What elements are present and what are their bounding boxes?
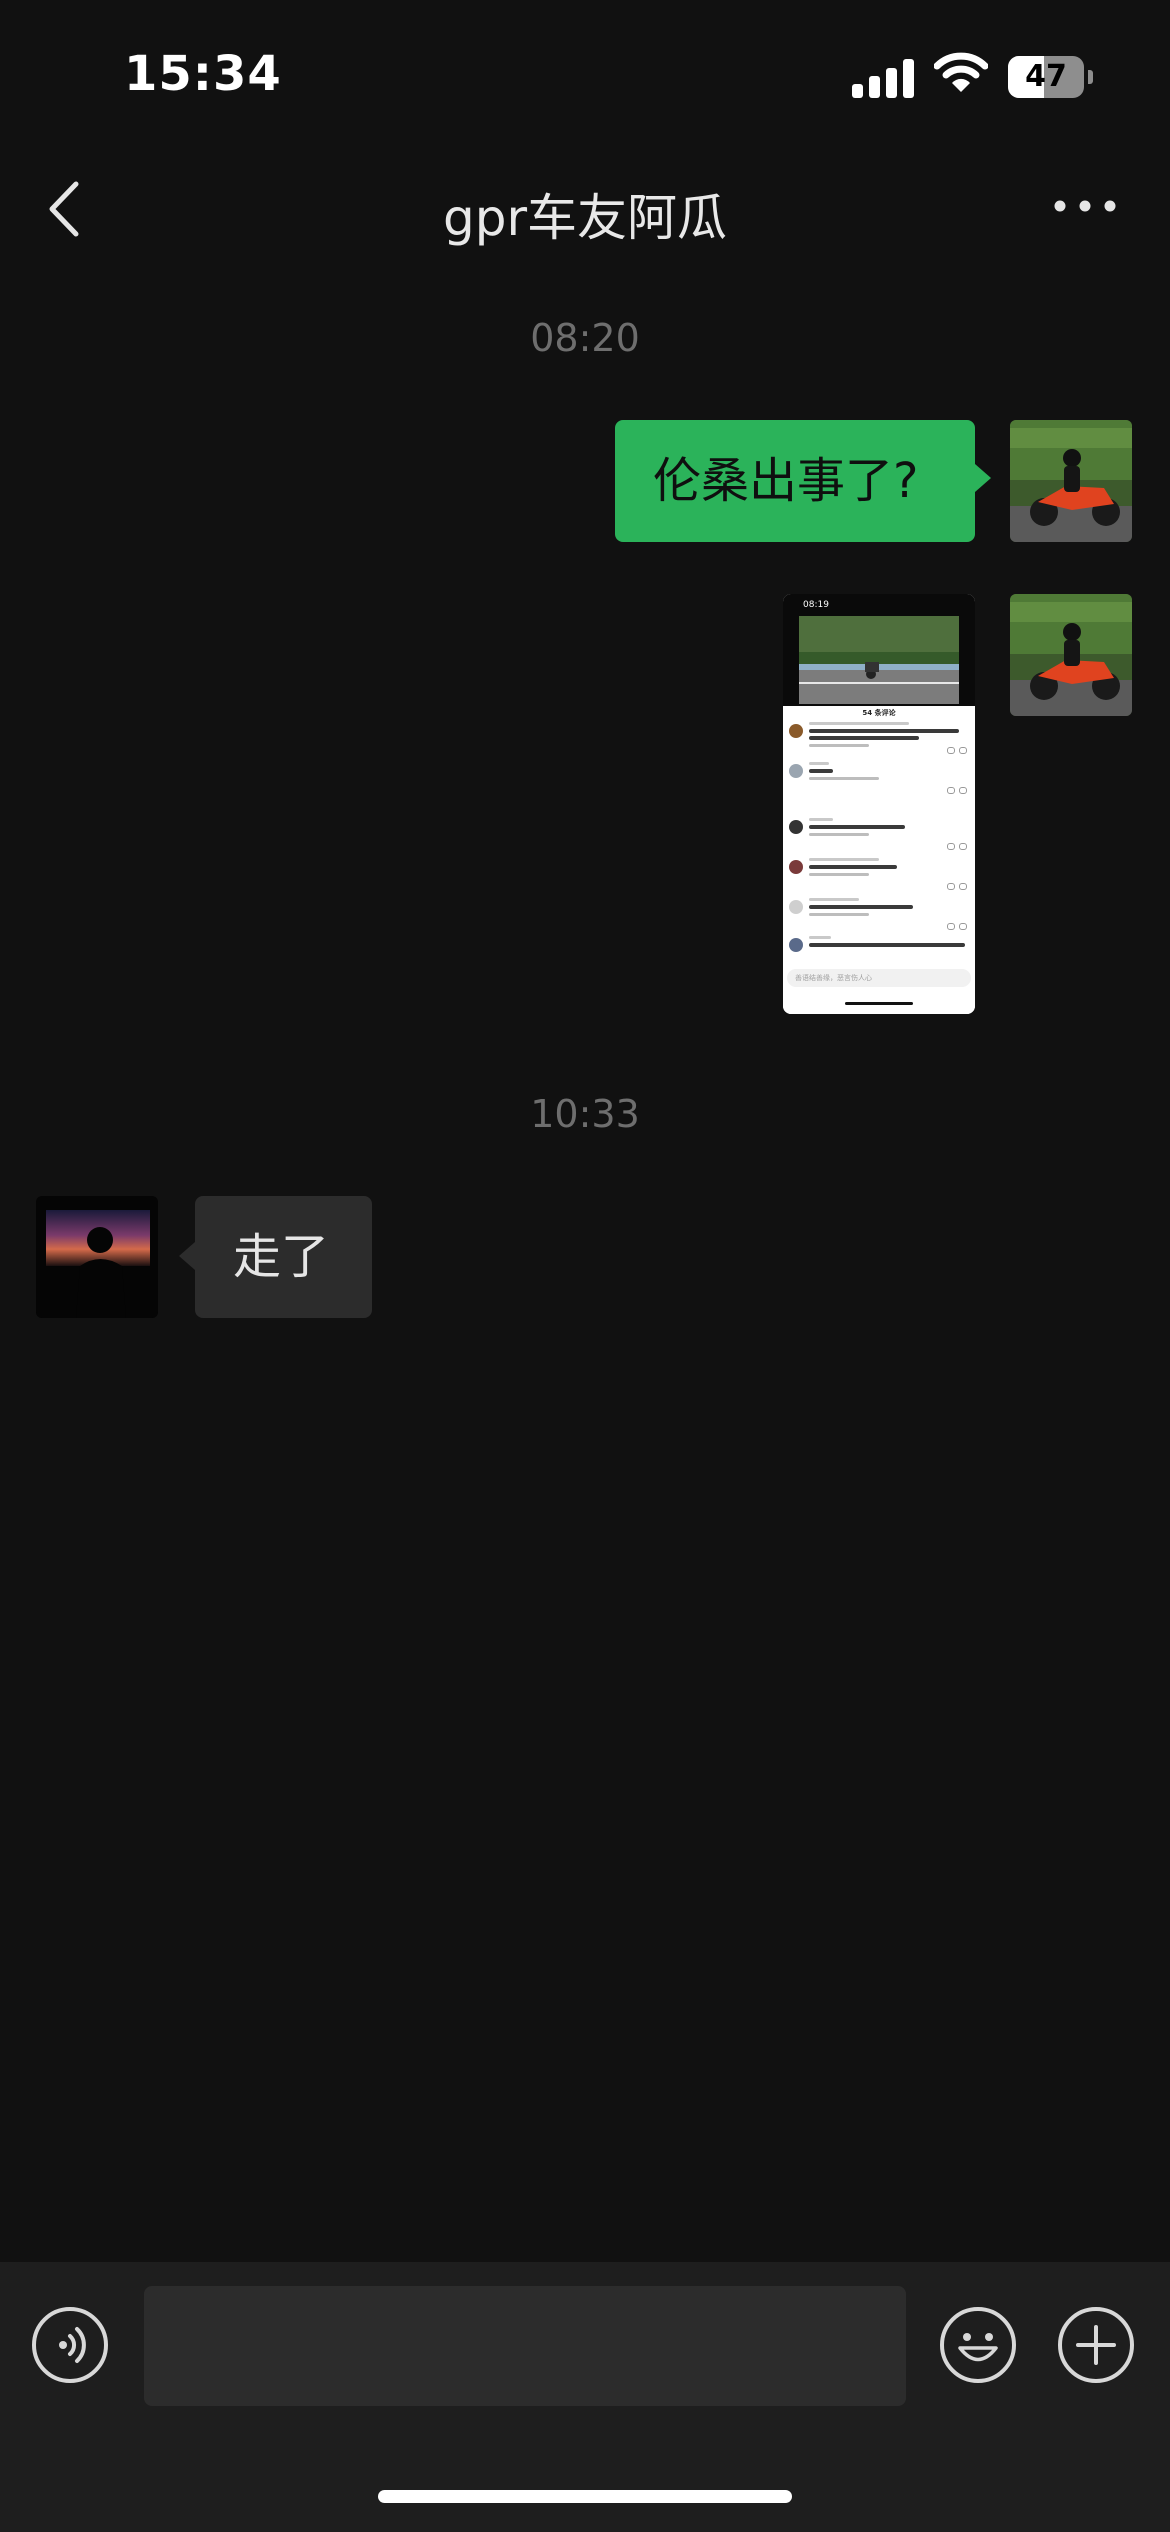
emoji-button[interactable] [940, 2307, 1016, 2383]
incoming-message-bubble[interactable]: 走了 [179, 1196, 372, 1318]
status-bar: 15:34 47 [0, 0, 1170, 150]
plus-button[interactable] [1058, 2307, 1134, 2383]
my-avatar[interactable] [1010, 420, 1132, 542]
chat-title: gpr车友阿瓜 [442, 189, 728, 247]
more-dots-icon[interactable] [1050, 186, 1120, 226]
my-avatar[interactable] [1010, 594, 1132, 716]
screenshot-comment [789, 858, 969, 896]
status-time: 15:34 [124, 46, 282, 102]
message-input[interactable] [144, 2286, 906, 2406]
screenshot-status-time: 08:19 [803, 600, 829, 610]
battery-icon: 47 [1008, 56, 1093, 98]
voice-button[interactable] [32, 2307, 108, 2383]
screenshot-input-placeholder: 善语结善缘，恶言伤人心 [795, 974, 872, 982]
screenshot-comment [789, 818, 969, 856]
home-indicator [378, 2490, 792, 2503]
message-timestamp: 08:20 [530, 316, 640, 360]
signal-icon [852, 58, 916, 98]
screenshot-comments-header: 54 条评论 [862, 709, 896, 717]
screenshot-comment [789, 898, 969, 936]
emoji-icon [958, 2333, 998, 2362]
chat-header: gpr车友阿瓜 [0, 150, 1170, 270]
battery-level: 47 [1025, 59, 1067, 94]
message-timestamp: 10:33 [530, 1092, 640, 1136]
plus-icon [1076, 2325, 1116, 2365]
screenshot-comment [789, 722, 969, 760]
outgoing-message-bubble[interactable]: 伦桑出事了? [615, 420, 991, 542]
outgoing-screenshot-image[interactable]: 08:19 54 条评论 善语结善缘，恶言伤人心 [783, 594, 975, 1014]
contact-avatar[interactable] [36, 1196, 158, 1318]
wifi-icon [934, 52, 988, 92]
screenshot-comment-input: 善语结善缘，恶言伤人心 [787, 969, 971, 987]
screenshot-comment [789, 762, 969, 800]
screenshot-home-indicator [845, 1002, 913, 1005]
screenshot-video-thumbnail [799, 616, 959, 704]
voice-icon [59, 2327, 86, 2363]
